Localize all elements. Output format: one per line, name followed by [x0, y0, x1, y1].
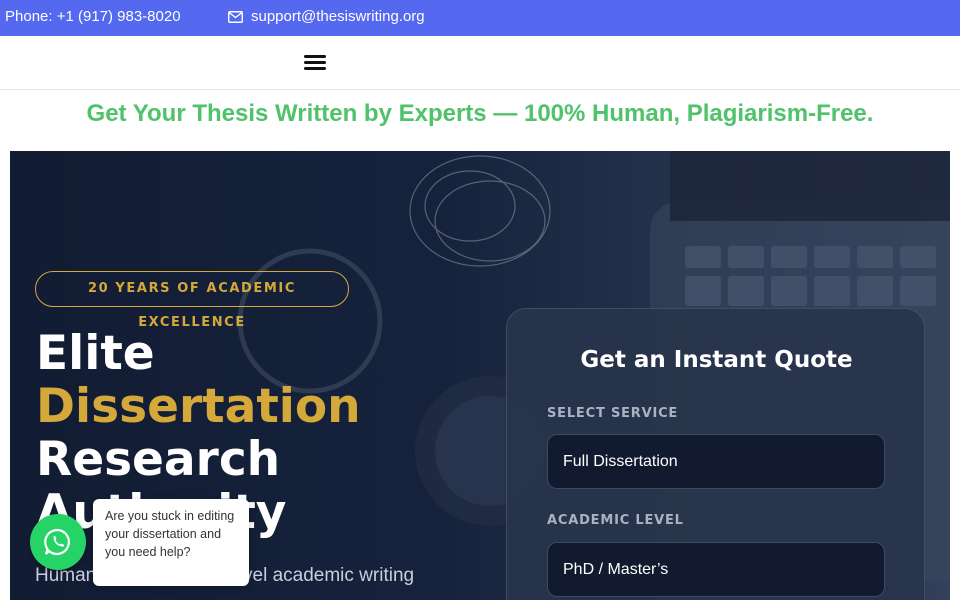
hamburger-menu-icon[interactable]	[304, 55, 326, 71]
tagline-banner: Get Your Thesis Written by Experts — 100…	[86, 100, 874, 127]
service-label: SELECT SERVICE	[547, 406, 679, 421]
top-contact-bar: Phone: +1 (917) 983-8020 support@thesisw…	[0, 0, 960, 36]
whatsapp-chat-bubble[interactable]: Are you stuck in editing your dissertati…	[93, 499, 249, 586]
main-navbar	[0, 36, 960, 90]
headline-line-3: Research	[36, 432, 281, 487]
whatsapp-glyph	[44, 528, 70, 556]
instant-quote-form: Get an Instant Quote SELECT SERVICE Full…	[506, 308, 925, 600]
email-link[interactable]: support@thesiswriting.org	[228, 8, 425, 25]
academic-level-select[interactable]: PhD / Master’s	[547, 542, 885, 597]
headline-line-2: Dissertation	[36, 379, 361, 434]
headline-line-1: Elite	[36, 326, 155, 381]
experience-badge: 20 YEARS OF ACADEMIC EXCELLENCE	[35, 271, 349, 330]
envelope-icon	[228, 10, 243, 23]
email-text: support@thesiswriting.org	[251, 8, 425, 25]
whatsapp-icon[interactable]	[30, 514, 86, 570]
quote-title: Get an Instant Quote	[580, 347, 853, 373]
level-label: ACADEMIC LEVEL	[547, 513, 684, 528]
phone-link[interactable]: Phone: +1 (917) 983-8020	[5, 8, 181, 25]
service-select[interactable]: Full Dissertation	[547, 434, 885, 489]
